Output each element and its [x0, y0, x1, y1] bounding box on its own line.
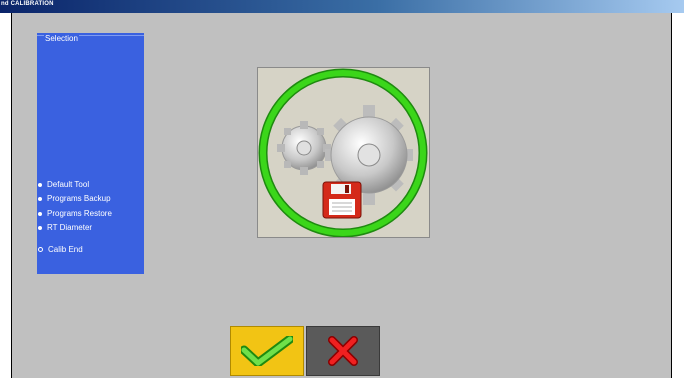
- title-bar: nd CALIBRATION: [0, 0, 684, 13]
- option-programs-restore[interactable]: Programs Restore: [38, 209, 112, 218]
- cancel-button[interactable]: [306, 326, 380, 376]
- option-label: RT Diameter: [47, 223, 93, 232]
- bullet-icon: [38, 182, 42, 187]
- left-frame-border: [11, 13, 12, 378]
- option-rt-diameter[interactable]: RT Diameter: [38, 223, 92, 232]
- option-label: Default Tool: [47, 180, 90, 189]
- option-label: Calib End: [48, 245, 83, 254]
- left-frame: [0, 13, 11, 378]
- right-frame: [672, 13, 684, 378]
- small-gear-icon: [277, 121, 331, 175]
- option-label: Programs Backup: [47, 194, 111, 203]
- radio-selected-icon: [38, 247, 43, 252]
- selection-panel: [37, 33, 144, 274]
- bullet-icon: [38, 225, 42, 230]
- cross-icon: [328, 336, 358, 366]
- bullet-icon: [38, 211, 42, 216]
- option-calib-end[interactable]: Calib End: [38, 245, 83, 254]
- ok-button[interactable]: [230, 326, 304, 376]
- selection-title: Selection: [44, 34, 79, 43]
- right-frame-border: [671, 13, 672, 378]
- window-title: nd CALIBRATION: [1, 1, 54, 7]
- calibration-window: nd CALIBRATION Selection Default Tool Pr…: [0, 0, 684, 378]
- checkmark-icon: [241, 336, 293, 366]
- option-label: Programs Restore: [47, 209, 112, 218]
- floppy-disk-icon: [322, 181, 362, 219]
- bullet-icon: [38, 196, 42, 201]
- calibration-illustration: [257, 67, 430, 238]
- option-programs-backup[interactable]: Programs Backup: [38, 194, 111, 203]
- gears-save-icon: [258, 68, 428, 238]
- option-default-tool[interactable]: Default Tool: [38, 180, 89, 189]
